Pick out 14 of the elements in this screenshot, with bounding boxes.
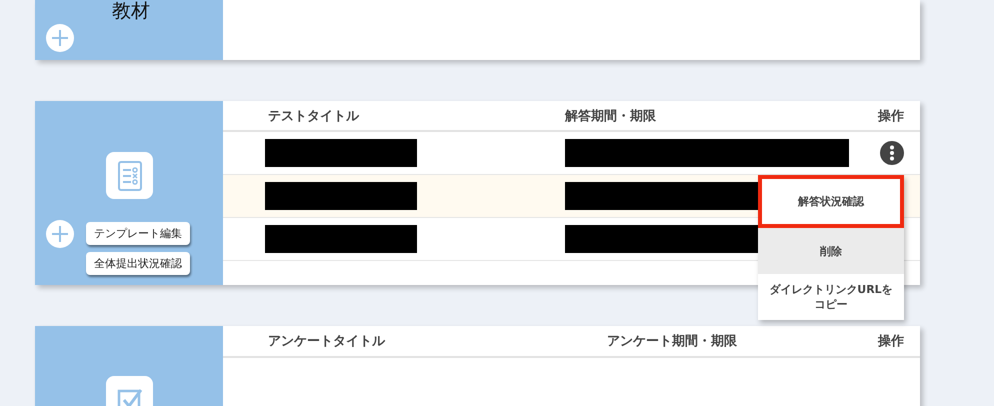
more-icon[interactable]: [880, 141, 904, 165]
menu-item[interactable]: ダイレクトリンクURLをコピー: [758, 274, 904, 320]
column-header: アンケート期間・期限: [607, 333, 738, 350]
column-header: 操作: [878, 333, 904, 350]
column-header: テストタイトル: [268, 108, 360, 124]
action-button[interactable]: テンプレート編集: [86, 222, 190, 245]
column-header: アンケートタイトル: [268, 333, 386, 350]
menu-item[interactable]: 削除: [758, 228, 904, 274]
action-button[interactable]: 全体提出状況確認: [86, 252, 190, 275]
checklist-icon: [106, 152, 153, 199]
card-title: 教材: [112, 0, 150, 22]
column-header: 操作: [878, 108, 904, 124]
menu-item[interactable]: 解答状況確認: [758, 175, 904, 228]
column-header: 解答期間・期限: [565, 108, 657, 124]
